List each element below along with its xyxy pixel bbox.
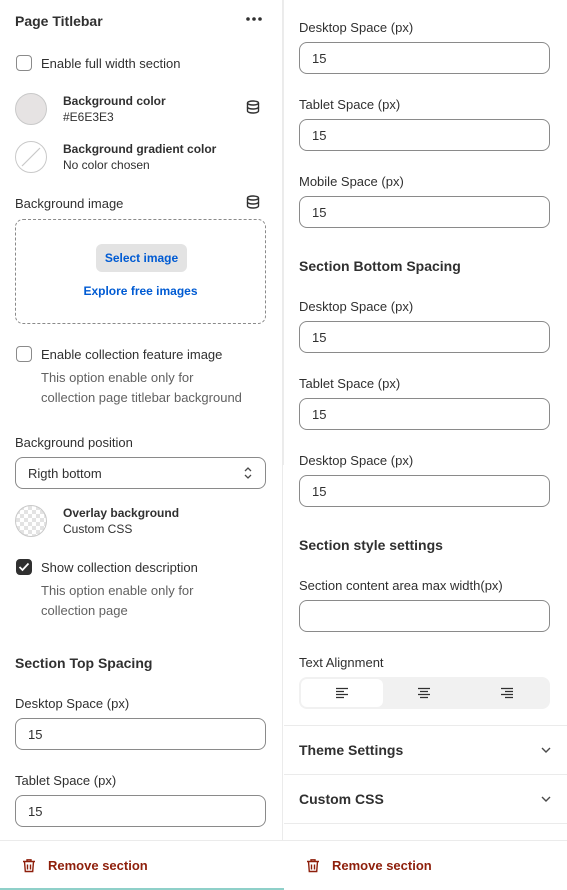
desktop-space-input[interactable]: 15 (299, 321, 550, 353)
right-footer: Remove section (284, 840, 567, 890)
max-width-input[interactable] (299, 600, 550, 632)
bg-position-value: Rigth bottom (28, 465, 102, 481)
overlay-label: Overlay background (63, 506, 180, 520)
description-help: collection page (41, 603, 128, 618)
align-left-icon (336, 687, 349, 699)
align-right-button[interactable] (466, 679, 548, 707)
remove-section-label: Remove section (48, 858, 148, 873)
tablet-space-input[interactable]: 15 (15, 795, 266, 827)
desktop-space-input[interactable]: 15 (299, 42, 550, 74)
more-horizontal-icon[interactable] (244, 9, 264, 29)
divider (284, 823, 567, 824)
trash-icon (23, 859, 35, 873)
custom-css-row[interactable]: Custom CSS (284, 775, 567, 823)
desktop-space-input[interactable]: 15 (15, 718, 266, 750)
check-icon (18, 562, 30, 572)
full-width-checkbox[interactable] (16, 55, 32, 71)
bg-position-select[interactable]: Rigth bottom (15, 457, 266, 489)
desktop-space-input[interactable]: 15 (299, 475, 550, 507)
full-width-label: Enable full width section (41, 56, 181, 71)
gradient-swatch[interactable] (15, 141, 47, 173)
tablet-space-input[interactable]: 15 (299, 119, 550, 151)
remove-section-button[interactable]: Remove section (22, 858, 148, 873)
text-alignment-segmented[interactable] (299, 677, 550, 709)
custom-css-label: Custom CSS (299, 791, 384, 807)
remove-section-label: Remove section (332, 858, 432, 873)
explore-images-link[interactable]: Explore free images (16, 284, 265, 298)
bg-image-label: Background image (15, 196, 124, 211)
desktop-space-label: Desktop Space (px) (299, 453, 414, 468)
overlay-value: Custom CSS (63, 522, 133, 536)
collection-image-help: This option enable only for (41, 370, 194, 385)
image-dropzone[interactable]: Select image Explore free images (15, 219, 266, 324)
chevron-down-icon (541, 747, 551, 753)
tablet-space-label: Tablet Space (px) (15, 773, 117, 788)
max-width-label: Section content area max width(px) (299, 578, 503, 593)
show-description-checkbox[interactable] (16, 559, 32, 575)
gradient-value: No color chosen (63, 158, 150, 172)
desktop-space-label: Desktop Space (px) (15, 696, 130, 711)
select-image-button[interactable]: Select image (96, 244, 187, 272)
show-description-label: Show collection description (41, 560, 198, 575)
desktop-space-label: Desktop Space (px) (299, 299, 414, 314)
gradient-label: Background gradient color (63, 142, 217, 156)
theme-settings-row[interactable]: Theme Settings (284, 726, 567, 774)
database-icon[interactable] (246, 195, 260, 212)
align-center-button[interactable] (383, 679, 465, 707)
desktop-space-label: Desktop Space (px) (299, 20, 414, 35)
tablet-space-label: Tablet Space (px) (299, 97, 401, 112)
style-settings-title: Section style settings (299, 537, 443, 553)
left-footer: Remove section (0, 840, 284, 890)
database-icon[interactable] (246, 100, 260, 117)
bg-position-label: Background position (15, 435, 133, 450)
mobile-space-input[interactable]: 15 (299, 196, 550, 228)
bottom-spacing-title: Section Bottom Spacing (299, 258, 461, 274)
collection-image-checkbox[interactable] (16, 346, 32, 362)
mobile-space-label: Mobile Space (px) (299, 174, 404, 189)
description-help: This option enable only for (41, 583, 194, 598)
collection-image-label: Enable collection feature image (41, 347, 223, 362)
align-right-icon (500, 687, 513, 699)
theme-settings-label: Theme Settings (299, 742, 404, 758)
tablet-space-label: Tablet Space (px) (299, 376, 401, 391)
bg-color-label: Background color (63, 94, 166, 108)
chevron-down-icon (541, 796, 551, 802)
trash-icon (307, 859, 319, 873)
left-settings-panel: Page Titlebar Enable full width section … (0, 0, 283, 890)
align-center-icon (418, 687, 431, 699)
top-spacing-title: Section Top Spacing (15, 655, 153, 671)
bg-color-swatch[interactable] (15, 93, 47, 125)
collection-image-help: collection page titlebar background (41, 390, 242, 405)
tablet-space-input[interactable]: 15 (299, 398, 550, 430)
bg-color-value: #E6E3E3 (63, 110, 114, 124)
remove-section-button[interactable]: Remove section (306, 858, 432, 873)
panel-title: Page Titlebar (15, 13, 103, 29)
text-alignment-label: Text Alignment (299, 655, 384, 670)
select-chevron-icon (243, 466, 253, 483)
align-left-button[interactable] (301, 679, 384, 707)
overlay-swatch[interactable] (15, 505, 47, 537)
